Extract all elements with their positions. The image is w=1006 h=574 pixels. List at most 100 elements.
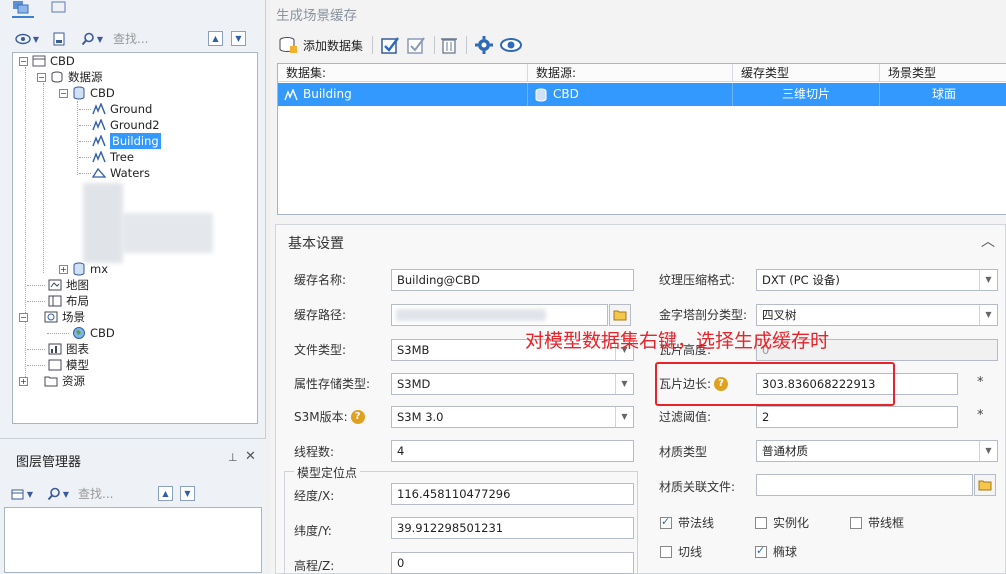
normal-checkbox[interactable]: 带法线	[660, 514, 714, 531]
tree-line	[79, 173, 91, 174]
s3m-version-label: S3M版本: ?	[294, 408, 365, 425]
elevation-label: 高程/Z:	[294, 559, 335, 573]
folder-icon	[978, 480, 992, 491]
left-panel: ▼ ▼ 查找... ▲ ▼ − CBD − 数据源 − CBD Ground G…	[0, 0, 266, 574]
texture-format-select[interactable]: DXT (PC 设备) ▼	[756, 269, 998, 291]
gear-icon	[475, 36, 493, 54]
pyramid-type-value: 四叉树	[762, 308, 797, 322]
layer-search-input[interactable]: 查找...	[78, 485, 163, 503]
latitude-input[interactable]: 39.912298501231	[391, 517, 634, 539]
wireframe-checkbox[interactable]: 带线框	[850, 514, 904, 531]
tangent-checkbox[interactable]: 切线	[660, 543, 702, 560]
collapse-chevron-icon[interactable]: ︿	[981, 231, 995, 251]
ellipsoid-checkbox[interactable]: 椭球	[755, 543, 797, 560]
layer-search-up-button[interactable]: ▲	[158, 486, 173, 501]
layer-search-down-button[interactable]: ▼	[180, 486, 195, 501]
table-row[interactable]: Building CBD 三维切片 球面	[278, 83, 1006, 106]
delete-button[interactable]	[440, 34, 458, 56]
tree-node-layouts[interactable]: 布局	[47, 293, 89, 309]
collapse-icon[interactable]: −	[19, 56, 28, 66]
column-header-scene-type[interactable]: 场景类型	[880, 64, 1006, 82]
open-workspace-button[interactable]: ▼	[12, 30, 42, 48]
column-header-datasource[interactable]: 数据源:	[528, 64, 733, 82]
column-header-cache-type[interactable]: 缓存类型	[733, 64, 880, 82]
pyramid-type-label: 金字塔剖分类型:	[659, 308, 748, 322]
find-button[interactable]: ▼	[78, 30, 106, 48]
material-file-input[interactable]	[756, 474, 973, 496]
tree-node-dataset-ground2[interactable]: Ground2	[91, 117, 160, 133]
browse-material-button[interactable]	[974, 474, 996, 496]
select-all-button[interactable]	[380, 34, 400, 56]
chevron-down-icon: ▼	[615, 374, 633, 394]
add-dataset-label: 添加数据集	[303, 38, 364, 53]
checkbox-label: 带法线	[678, 516, 715, 530]
checkbox-label: 带线框	[868, 516, 905, 530]
settings-button[interactable]	[474, 34, 494, 56]
attr-storage-select[interactable]: S3MD ▼	[391, 373, 634, 395]
instancing-checkbox[interactable]: 实例化	[755, 514, 809, 531]
grid-header: 数据集: 数据源: 缓存类型 场景类型	[278, 64, 1006, 82]
material-type-label: 材质类型	[659, 445, 708, 459]
filter-threshold-input[interactable]: 2	[756, 406, 958, 428]
tree-node-datasource-mx[interactable]: + mx	[59, 261, 108, 277]
cache-path-input[interactable]	[391, 304, 608, 326]
layers-tab[interactable]	[50, 0, 72, 14]
chevron-down-icon: ▼	[62, 489, 70, 499]
browse-path-button[interactable]	[609, 304, 631, 326]
texture-format-label: 纹理压缩格式:	[659, 273, 736, 287]
globe-icon	[71, 326, 87, 340]
pyramid-type-select[interactable]: 四叉树 ▼	[756, 304, 998, 326]
preview-button[interactable]	[500, 34, 522, 56]
layer-find-button[interactable]: ▼	[44, 485, 72, 503]
layer-list[interactable]	[4, 507, 262, 573]
checkbox-box	[755, 544, 767, 558]
invert-select-button[interactable]	[406, 34, 426, 56]
position-group-title: 模型定位点	[294, 464, 361, 481]
checkbox-label: 切线	[678, 545, 703, 559]
tree-node-resources[interactable]: + 资源	[19, 373, 85, 389]
tree-node-charts[interactable]: 图表	[47, 341, 89, 357]
tree-node-dataset-tree[interactable]: Tree	[91, 149, 134, 165]
tree-node-models[interactable]: 模型	[47, 357, 89, 373]
collapse-icon[interactable]: −	[19, 312, 28, 322]
tree-node-dataset-waters[interactable]: Waters	[91, 165, 150, 181]
tree-node-maps[interactable]: 地图	[47, 277, 89, 293]
help-icon[interactable]: ?	[350, 409, 365, 424]
tree-node-scene-cbd[interactable]: CBD	[71, 325, 115, 341]
tree-node-datasources[interactable]: − 数据源	[37, 69, 103, 85]
elevation-input[interactable]: 0	[391, 552, 634, 574]
arrow-up-icon: ▲	[162, 489, 169, 498]
collapse-icon[interactable]: −	[37, 72, 46, 82]
tree-node-dataset-ground[interactable]: Ground	[91, 101, 152, 117]
material-type-select[interactable]: 普通材质 ▼	[756, 440, 998, 462]
cell-cache-type[interactable]: 三维切片	[733, 83, 880, 106]
threads-input[interactable]: 4	[391, 440, 634, 462]
expand-icon[interactable]: +	[59, 264, 68, 274]
workspace-tab[interactable]	[12, 0, 34, 18]
longitude-input[interactable]: 116.458110477296	[391, 483, 634, 505]
map-icon	[47, 278, 63, 292]
cell-scene-type[interactable]: 球面	[880, 83, 1006, 106]
search-down-button[interactable]: ▼	[231, 31, 246, 46]
chevron-down-icon: ▼	[615, 407, 633, 427]
tree-node-workspace[interactable]: − CBD	[19, 53, 75, 69]
dataset-grid: 数据集: 数据源: 缓存类型 场景类型 Building CBD 三维切片 球面	[277, 63, 1006, 215]
collapse-icon[interactable]: −	[59, 88, 68, 98]
tree-node-dataset-building[interactable]: Building	[91, 133, 161, 149]
add-dataset-button[interactable]: 添加数据集	[278, 34, 363, 56]
close-icon[interactable]: ✕	[245, 449, 256, 464]
add-layer-button[interactable]: ▼	[8, 485, 36, 503]
workspace-icon	[31, 54, 47, 68]
expand-icon[interactable]: +	[19, 376, 28, 386]
pin-icon[interactable]: ⊥	[228, 451, 238, 464]
cache-name-input[interactable]: Building@CBD	[391, 269, 634, 291]
save-workspace-button[interactable]	[50, 30, 68, 48]
tree-search-input[interactable]: 查找...	[113, 30, 198, 48]
column-header-dataset[interactable]: 数据集:	[278, 64, 528, 82]
s3m-version-select[interactable]: S3M 3.0 ▼	[391, 406, 634, 428]
tree-node-datasource-cbd[interactable]: − CBD	[59, 85, 115, 101]
tree-node-label: CBD	[50, 54, 75, 68]
checkbox-box	[850, 516, 862, 529]
tree-node-scenes[interactable]: − 场景	[19, 309, 85, 325]
search-up-button[interactable]: ▲	[208, 31, 223, 46]
